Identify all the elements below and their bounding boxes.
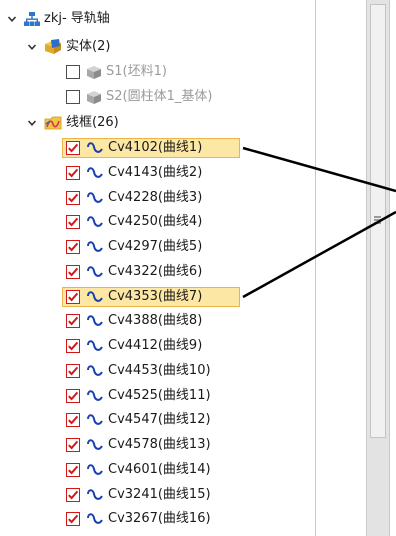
chevron-down-icon[interactable] — [26, 117, 38, 129]
wireframe-group-label: 线框(26) — [66, 115, 119, 130]
visibility-checkbox[interactable] — [66, 413, 80, 427]
curve-item-row[interactable]: Cv4322(曲线6) — [66, 261, 202, 283]
solid-body-folder-icon — [44, 39, 62, 55]
solid-item-label: S2(圆柱体1_基体) — [106, 89, 213, 104]
visibility-checkbox[interactable] — [66, 265, 80, 279]
curve-icon — [86, 215, 104, 229]
visibility-checkbox[interactable] — [66, 191, 80, 205]
curve-icon — [86, 364, 104, 378]
curve-item-label: Cv4297(曲线5) — [108, 239, 203, 254]
visibility-checkbox[interactable] — [66, 215, 80, 229]
curve-item-row[interactable]: Cv4102(曲线1) — [66, 137, 202, 159]
curve-item-row[interactable]: Cv4547(曲线12) — [66, 409, 211, 431]
curve-item-label: Cv4228(曲线3) — [108, 190, 203, 205]
curve-item-row[interactable]: Cv4353(曲线7) — [66, 286, 202, 308]
curve-icon — [86, 314, 104, 328]
curve-icon — [86, 438, 104, 452]
curve-item-label: Cv4601(曲线14) — [108, 462, 211, 477]
visibility-checkbox[interactable] — [66, 364, 80, 378]
tree-root-label: zkj- 导轨轴 — [44, 11, 110, 26]
curve-item-label: Cv3241(曲线15) — [108, 487, 211, 502]
curve-icon — [86, 166, 104, 180]
curve-item-row[interactable]: Cv4297(曲线5) — [66, 236, 202, 258]
curve-item-label: Cv4353(曲线7) — [108, 289, 203, 304]
curve-icon — [86, 413, 104, 427]
visibility-checkbox[interactable] — [66, 389, 80, 403]
visibility-checkbox[interactable] — [66, 90, 80, 104]
scrollbar-thumb[interactable] — [370, 4, 386, 438]
solid-item-row[interactable]: S2(圆柱体1_基体) — [66, 86, 212, 108]
curve-item-row[interactable]: Cv4601(曲线14) — [66, 459, 211, 481]
panel-divider — [315, 0, 316, 536]
scroll-grip-icon — [374, 215, 382, 225]
curve-item-label: Cv4388(曲线8) — [108, 313, 203, 328]
solids-group-label: 实体(2) — [66, 39, 111, 54]
curve-item-label: Cv4250(曲线4) — [108, 214, 203, 229]
visibility-checkbox[interactable] — [66, 65, 80, 79]
curve-item-row[interactable]: Cv4453(曲线10) — [66, 360, 211, 382]
curve-item-row[interactable]: Cv3267(曲线16) — [66, 508, 211, 530]
wireframe-group-row[interactable]: 线框(26) — [26, 112, 119, 134]
visibility-checkbox[interactable] — [66, 240, 80, 254]
curve-icon — [86, 389, 104, 403]
curve-item-label: Cv4143(曲线2) — [108, 165, 203, 180]
visibility-checkbox[interactable] — [66, 488, 80, 502]
curve-item-label: Cv4578(曲线13) — [108, 437, 211, 452]
solid-cube-icon — [86, 90, 102, 105]
vertical-scrollbar[interactable] — [366, 0, 390, 536]
curve-item-row[interactable]: Cv3241(曲线15) — [66, 484, 211, 506]
curve-item-row[interactable]: Cv4525(曲线11) — [66, 385, 211, 407]
visibility-checkbox[interactable] — [66, 438, 80, 452]
curve-icon — [86, 290, 104, 304]
chevron-down-icon[interactable] — [26, 41, 38, 53]
curve-item-row[interactable]: Cv4388(曲线8) — [66, 310, 202, 332]
curve-icon — [86, 463, 104, 477]
curve-item-label: Cv4322(曲线6) — [108, 264, 203, 279]
curve-item-row[interactable]: Cv4250(曲线4) — [66, 211, 202, 233]
visibility-checkbox[interactable] — [66, 339, 80, 353]
visibility-checkbox[interactable] — [66, 463, 80, 477]
curve-item-label: Cv4525(曲线11) — [108, 388, 211, 403]
curve-item-label: Cv4412(曲线9) — [108, 338, 203, 353]
curve-item-row[interactable]: Cv4228(曲线3) — [66, 187, 202, 209]
curve-icon — [86, 339, 104, 353]
visibility-checkbox[interactable] — [66, 290, 80, 304]
curve-icon — [86, 265, 104, 279]
wireframe-folder-icon — [44, 115, 62, 131]
chevron-down-icon[interactable] — [6, 13, 18, 25]
curve-icon — [86, 240, 104, 254]
curve-item-label: Cv4102(曲线1) — [108, 140, 203, 155]
curve-item-label: Cv3267(曲线16) — [108, 511, 211, 526]
solid-item-row[interactable]: S1(坯料1) — [66, 61, 167, 83]
visibility-checkbox[interactable] — [66, 166, 80, 180]
solid-item-label: S1(坯料1) — [106, 64, 167, 79]
curve-item-row[interactable]: Cv4578(曲线13) — [66, 434, 211, 456]
visibility-checkbox[interactable] — [66, 314, 80, 328]
curve-item-row[interactable]: Cv4412(曲线9) — [66, 335, 202, 357]
assembly-tree-icon — [24, 11, 40, 27]
visibility-checkbox[interactable] — [66, 141, 80, 155]
curve-item-label: Cv4453(曲线10) — [108, 363, 211, 378]
curve-item-label: Cv4547(曲线12) — [108, 412, 211, 427]
curve-icon — [86, 512, 104, 526]
curve-icon — [86, 141, 104, 155]
tree-root-row[interactable]: zkj- 导轨轴 — [6, 8, 110, 30]
curve-icon — [86, 191, 104, 205]
solids-group-row[interactable]: 实体(2) — [26, 36, 110, 58]
solid-cube-icon — [86, 65, 102, 80]
visibility-checkbox[interactable] — [66, 512, 80, 526]
curve-item-row[interactable]: Cv4143(曲线2) — [66, 162, 202, 184]
feature-tree-panel: zkj- 导轨轴 实体(2) S1(坯料1) S2(圆柱体1_基体) 线框(26… — [0, 0, 300, 536]
curve-icon — [86, 488, 104, 502]
